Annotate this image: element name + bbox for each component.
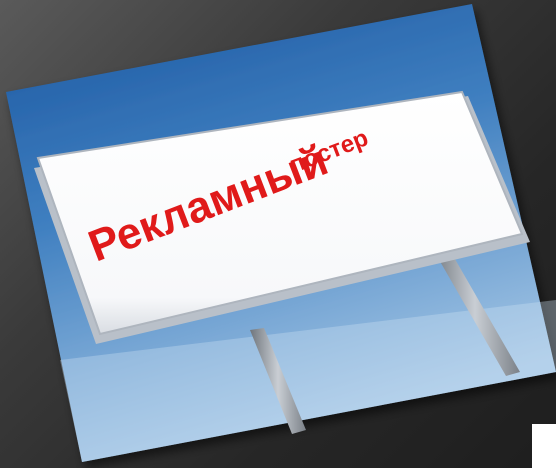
white-corner-patch — [532, 424, 556, 468]
photo-scene: Рекламный постер — [0, 0, 556, 468]
billboard-photo: Рекламный постер — [6, 4, 556, 462]
